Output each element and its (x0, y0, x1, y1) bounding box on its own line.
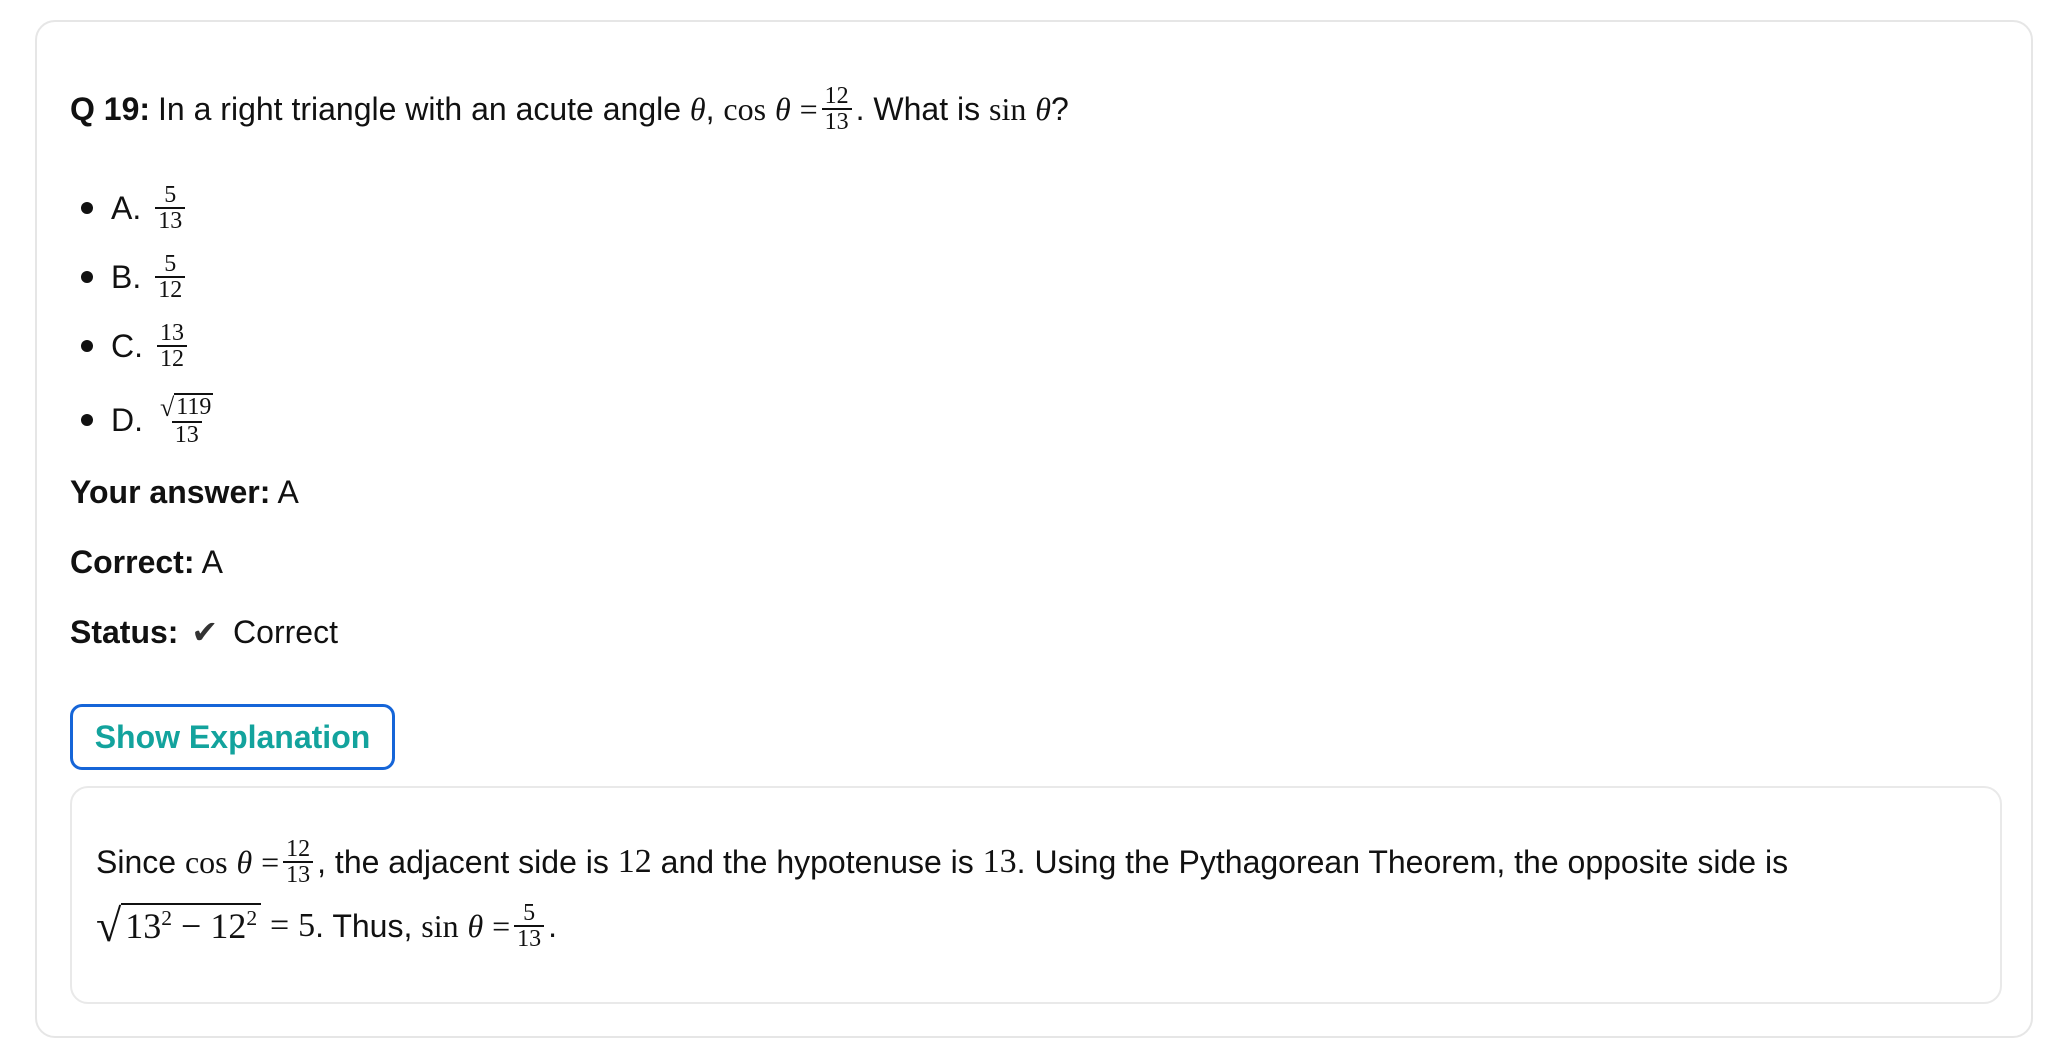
option-c: C. 13 12 (77, 320, 220, 372)
cos-function: cos (184, 843, 228, 880)
bullet-icon (81, 340, 93, 352)
theta-symbol: θ (467, 907, 484, 944)
theta-symbol: θ (689, 91, 706, 127)
your-answer-value: A (277, 474, 299, 510)
bullet-icon (81, 271, 93, 283)
option-d: D. √ 119 13 (77, 389, 220, 451)
equals-sign: = (799, 91, 818, 127)
option-letter: A. (111, 189, 142, 226)
option-fraction: 13 12 (157, 321, 187, 371)
option-fraction: 5 12 (155, 251, 186, 302)
status-line: Status: ✔ Correct (70, 610, 338, 654)
sin-function: sin (421, 907, 459, 944)
fraction-denominator: 12 (155, 276, 186, 302)
theta-symbol: θ (236, 843, 253, 880)
cos-fraction: 12 13 (821, 83, 852, 134)
explanation-panel: Since cos θ = 12 13 , the adjacent side … (70, 786, 2002, 1004)
status-label: Status: (70, 614, 179, 650)
fraction-numerator: 5 (164, 251, 177, 277)
exponent: 2 (161, 906, 173, 930)
explanation-period: . (548, 907, 558, 944)
fraction-denominator: 13 (821, 108, 852, 134)
fraction-numerator: 13 (160, 320, 184, 346)
fraction-denominator: 13 (171, 420, 202, 447)
radical-sign-icon: √ (96, 900, 122, 951)
explanation-text-1: , the adjacent side is (317, 843, 609, 880)
option-a: A. 5 13 (77, 182, 220, 234)
show-explanation-button[interactable]: Show Explanation (70, 704, 395, 770)
fraction-denominator: 13 (283, 861, 314, 887)
theta-symbol: θ (1035, 91, 1051, 127)
fraction-denominator: 13 (155, 207, 186, 233)
question-text-before: In a right triangle with an acute angle (158, 91, 682, 127)
your-answer-label: Your answer: (70, 474, 271, 510)
square-root: √ 119 (160, 392, 214, 422)
correct-label: Correct: (70, 544, 195, 580)
correct-answer-line: Correct: A (70, 540, 223, 584)
question-mark: ? (1050, 91, 1069, 127)
radicand-term-b: 12 (210, 906, 247, 946)
adjacent-value: 12 (617, 843, 652, 880)
minus-sign: − (181, 906, 202, 946)
bullet-icon (81, 414, 93, 426)
correct-value: A (201, 544, 223, 580)
fraction-denominator: 12 (157, 345, 187, 371)
explanation-line-2: √ 132 − 122 = 5. Thus, sin θ = 5 13 . (96, 898, 557, 954)
option-letter: C. (111, 327, 143, 364)
radicand-term-a: 13 (125, 906, 162, 946)
exponent: 2 (246, 906, 258, 930)
radicand: 132 − 122 (121, 903, 262, 949)
fraction-numerator: √ 119 (157, 393, 216, 420)
equals-sign: = (492, 907, 511, 944)
radicand: 119 (174, 393, 214, 421)
question-card: Q 19: In a right triangle with an acute … (35, 20, 2033, 1038)
question-comma: , (705, 91, 715, 127)
option-fraction: √ 119 13 (157, 393, 216, 447)
question-text-after: . What is (855, 91, 981, 127)
fraction-numerator: 5 (164, 182, 177, 208)
theta-symbol: θ (774, 91, 791, 127)
option-letter: D. (111, 401, 143, 438)
fraction-numerator: 12 (824, 83, 849, 109)
answer-options-list: A. 5 13 B. 5 12 C. 13 12 D. √ 119 13 (77, 182, 220, 468)
fraction-numerator: 12 (286, 836, 311, 862)
explanation-text-2: and the hypotenuse is (660, 843, 974, 880)
hypotenuse-value: 13 (982, 843, 1017, 880)
radical-sign-icon: √ (160, 392, 175, 422)
explanation-line-1: Since cos θ = 12 13 , the adjacent side … (96, 836, 1788, 888)
question-number: Q 19: (70, 91, 151, 127)
check-icon: ✔ (191, 614, 219, 650)
sin-function: sin (988, 91, 1027, 127)
sin-fraction: 5 13 (514, 900, 545, 951)
bullet-icon (81, 202, 93, 214)
cos-fraction: 12 13 (283, 836, 314, 887)
option-fraction: 5 13 (155, 182, 186, 233)
cos-function: cos (723, 91, 767, 127)
fraction-denominator: 13 (514, 925, 545, 951)
status-value: Correct (233, 614, 338, 650)
fraction-numerator: 5 (523, 900, 536, 926)
your-answer-line: Your answer: A (70, 470, 299, 514)
equals-sign: = (270, 907, 290, 944)
explanation-since: Since (96, 843, 177, 880)
square-root: √ 132 − 122 (96, 900, 262, 951)
equals-sign: = (261, 843, 280, 880)
option-letter: B. (111, 258, 142, 295)
option-b: B. 5 12 (77, 251, 220, 303)
explanation-thus: . Thus, (315, 907, 413, 944)
opposite-value: 5 (298, 907, 316, 944)
question-text: Q 19: In a right triangle with an acute … (70, 84, 1069, 134)
explanation-text-3: . Using the Pythagorean Theorem, the opp… (1016, 843, 1789, 880)
